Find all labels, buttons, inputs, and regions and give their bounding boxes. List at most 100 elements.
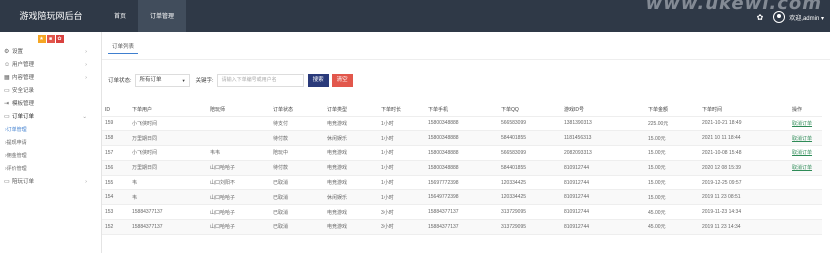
table-cell: 15649772398 (425, 189, 498, 206)
table-cell: 584401855 (498, 130, 561, 147)
table-cell: 15884377137 (425, 219, 498, 235)
status-label: 订单状态: (108, 78, 132, 84)
cell-action: 取消订单 (789, 116, 822, 132)
grid-icon: ▦ (4, 75, 10, 81)
table-cell: 810912744 (561, 219, 645, 235)
cell-action (789, 204, 822, 221)
tab-order-list[interactable]: 订单列表 (108, 41, 139, 54)
sidebar-item-companion-orders[interactable]: ▭ 陪玩订单 › (0, 176, 101, 189)
sidebar-item-users[interactable]: ☺ 用户管理 › (0, 59, 101, 72)
table-cell: 154 (102, 189, 129, 206)
table-cell: 2019-11-23 14:34 (699, 204, 789, 221)
table-cell (207, 130, 270, 147)
cancel-order-link[interactable]: 取消订单 (792, 121, 812, 127)
sidebar-item-security[interactable]: ▭ 安全记录 (0, 85, 101, 98)
sidebar-subitem-commission[interactable]: ›佣金管理 (0, 150, 101, 163)
cancel-order-link[interactable]: 取消订单 (792, 136, 812, 142)
table-cell: 2021-10-08 15:48 (699, 145, 789, 161)
top-nav: 首页 订单管理 (102, 0, 187, 32)
nav-order-management[interactable]: 订单管理 (138, 0, 187, 32)
table-cell: 1小时 (378, 175, 425, 191)
table-cell: 120334425 (498, 175, 561, 191)
sidebar-subitem-withdraw[interactable]: ›提现申请 (0, 137, 101, 150)
col-header: 订单类型 (324, 104, 378, 117)
table-cell: 电竞游戏 (324, 204, 378, 221)
table-row: 159 小飞侠时间 待支付 电竞游戏 1小时 15800348888 566583099 13… (102, 116, 822, 132)
table-cell: 山口刘阳不 (207, 175, 270, 191)
table-row: 156 万里期日同 山口哈哈子 待付款 电竞游戏 1小时 15800348888 584401… (102, 160, 822, 176)
square-icon[interactable]: ■ (46, 35, 55, 43)
table-cell: 电竞游戏 (324, 145, 378, 161)
table-cell: 1小时 (378, 116, 425, 132)
table-cell: 15800348888 (425, 145, 498, 161)
brand-title[interactable]: 游戏陪玩网后台 (0, 0, 102, 32)
flower-icon[interactable]: ✿ (55, 35, 64, 43)
col-header: 下单用户 (129, 104, 207, 117)
table-cell: 15.00元 (645, 130, 699, 147)
table-cell: 15.00元 (645, 145, 699, 161)
tab-bar: 订单列表 (102, 32, 830, 60)
top-bar: www.ukewi.com 游戏陪玩网后台 首页 订单管理 ✿ 欢迎,admin… (0, 0, 830, 32)
table-cell: 584401855 (498, 160, 561, 176)
user-circle-icon[interactable] (773, 11, 786, 23)
table-cell: 15.00元 (645, 189, 699, 206)
table-header-row: ID 下单用户 陪玩师 订单状态 订单类型 下单时长 下单手机 下单QQ 游戏I… (102, 104, 822, 117)
sidebar: ★ ■ ✿ ⚙ 设置 › ☺ 用户管理 › ▦ 内容管理 › ▭ 安全记录 ⇥ … (0, 32, 102, 253)
table-cell: 山口哈哈子 (207, 189, 270, 206)
table-cell: 韦韦 (207, 145, 270, 161)
sidebar-item-content[interactable]: ▦ 内容管理 › (0, 72, 101, 85)
table-cell: 2082093313 (561, 145, 645, 161)
cancel-order-link[interactable]: 取消订单 (792, 165, 812, 171)
table-row: 157 小飞侠时间 韦韦 陪玩中 电竞游戏 1小时 15800348888 566583099… (102, 145, 822, 161)
sidebar-subitem-order-management[interactable]: ›订单管理 (0, 124, 101, 137)
cancel-order-link[interactable]: 取消订单 (792, 150, 812, 156)
sidebar-subitem-reviews[interactable]: ›评价管理 (0, 163, 101, 176)
table-cell: 15.00元 (645, 175, 699, 191)
table-cell: 158 (102, 130, 129, 147)
filter-bar: 订单状态: 所有订单 ▼ 关键字: 请输入下单编号或用户名 搜索 清空 (102, 73, 802, 87)
table-cell: 15.00元 (645, 160, 699, 176)
keyword-input[interactable]: 请输入下单编号或用户名 (216, 73, 304, 87)
table-row: 154 韦山口哈哈子 已取消 休闲娱乐 1小时 15649772398 120334425 8… (102, 189, 822, 206)
table-cell: 157 (102, 145, 129, 161)
table-cell: 3小时 (378, 204, 425, 221)
table-cell: 休闲娱乐 (324, 189, 378, 206)
search-button[interactable]: 搜索 (307, 73, 329, 87)
col-header: 游戏ID号 (561, 104, 645, 117)
clear-button[interactable]: 清空 (331, 73, 353, 87)
col-header: 下单QQ (498, 104, 561, 117)
gear-icon[interactable]: ✿ (757, 13, 764, 22)
sidebar-item-label: 内容管理 (12, 75, 35, 81)
table-cell: 2021 10 11 18:44 (699, 130, 789, 147)
table-cell: 山口哈哈子 (207, 219, 270, 235)
table-cell: 韦 (129, 175, 207, 191)
table-cell: 待支付 (270, 116, 324, 132)
col-header: 下单手机 (425, 104, 498, 117)
nav-home[interactable]: 首页 (102, 0, 138, 32)
sidebar-item-orders[interactable]: ▭ 订单订单 ⌄ (0, 111, 101, 124)
table-cell: 休闲娱乐 (324, 130, 378, 147)
user-menu[interactable]: 欢迎,admin ▾ (789, 13, 824, 22)
col-header: 下单金额 (645, 104, 699, 117)
table-cell: 1381390313 (561, 116, 645, 132)
table-cell: 待付款 (270, 130, 324, 147)
table-cell: 810912744 (561, 160, 645, 176)
status-select[interactable]: 所有订单 ▼ (134, 73, 190, 87)
gears-icon: ⚙ (4, 49, 10, 55)
sidebar-item-templates[interactable]: ⇥ 模板管理 (0, 98, 101, 111)
table-cell: 电竞游戏 (324, 175, 378, 191)
table-cell: 已取消 (270, 189, 324, 206)
sidebar-item-settings[interactable]: ⚙ 设置 › (0, 46, 101, 59)
col-header: 下单时间 (699, 104, 789, 117)
table-cell (207, 116, 270, 132)
table-cell: 313729095 (498, 219, 561, 235)
main-content: 订单列表 订单状态: 所有订单 ▼ 关键字: 请输入下单编号或用户名 搜索 清空… (102, 32, 830, 253)
table-cell: 2019-12-25 09:57 (699, 175, 789, 191)
monitor-icon: ▭ (4, 114, 10, 120)
chevron-right-icon: › (85, 179, 87, 185)
table-cell: 15800348888 (425, 130, 498, 147)
table-cell: 155 (102, 175, 129, 191)
star-icon[interactable]: ★ (37, 35, 46, 43)
table-cell: 1181456313 (561, 130, 645, 147)
chevron-down-icon: ⌄ (82, 114, 87, 120)
